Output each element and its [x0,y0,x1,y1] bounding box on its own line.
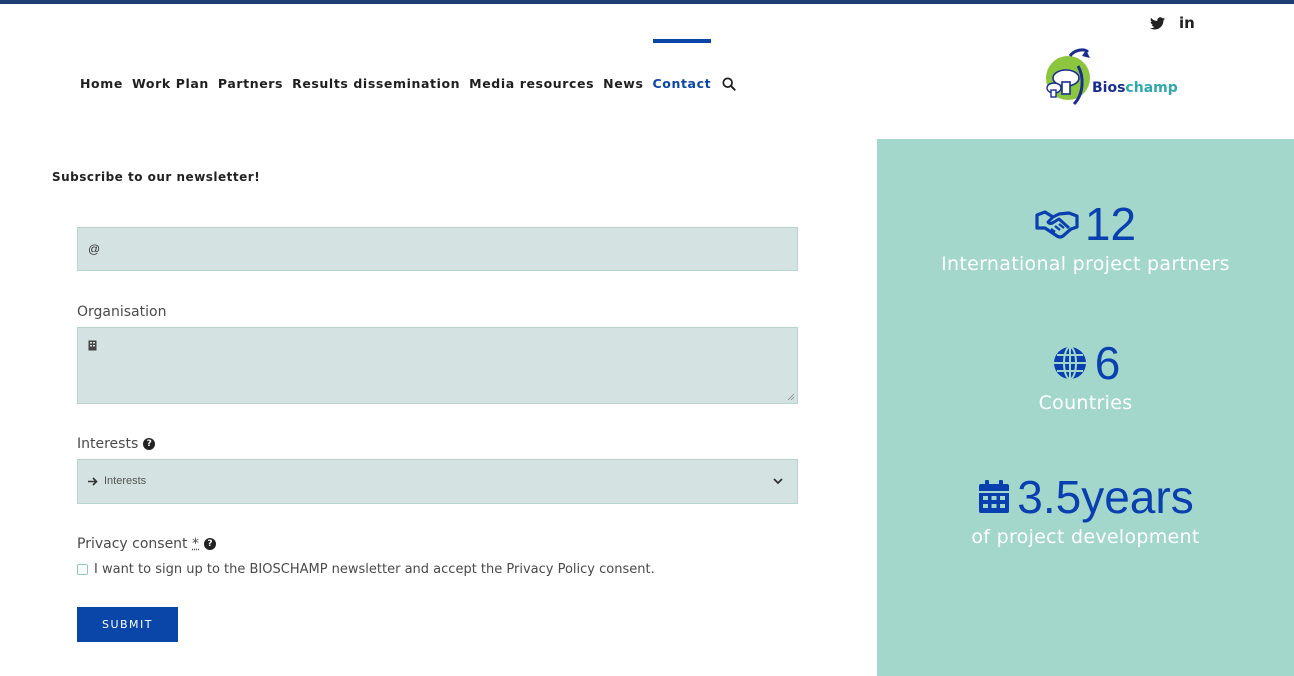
logo-wordmark: Bioschamp [1092,80,1178,96]
email-field[interactable]: @ [77,227,798,271]
nav-work-plan[interactable]: Work Plan [132,76,209,91]
stat-label: of project development [971,526,1200,548]
calendar-icon [979,480,1010,513]
submit-button[interactable]: SUBMIT [77,607,178,642]
nav-contact[interactable]: Contact [652,39,712,91]
resize-handle-icon[interactable] [787,393,795,401]
main-nav: Home Work Plan Partners Results dissemin… [80,39,736,91]
stat-value: 6 [1094,337,1121,389]
social-links: in [1150,14,1195,32]
organisation-textarea[interactable] [77,327,798,404]
consent-checkbox[interactable] [77,564,88,575]
organisation-label: Organisation [77,304,167,320]
nav-media-resources[interactable]: Media resources [469,76,594,91]
stats-sidebar: 12 International project partners 6 Coun… [877,139,1294,676]
nav-news[interactable]: News [603,76,643,91]
top-strip [0,0,1294,4]
required-marker: * [192,536,199,552]
interests-selected-value: Interests [104,475,147,487]
consent-row: I want to sign up to the BIOSCHAMP newsl… [77,562,655,577]
at-icon: @ [88,242,101,256]
stat-value: 3.5years [1017,471,1194,523]
nav-partners[interactable]: Partners [218,76,283,91]
search-icon[interactable] [722,76,736,91]
twitter-icon[interactable] [1150,16,1165,30]
chevron-down-icon [773,478,783,485]
linkedin-icon[interactable]: in [1179,14,1195,32]
globe-icon [1053,346,1086,380]
handshake-icon [1035,210,1079,239]
nav-results-dissemination[interactable]: Results dissemination [292,76,460,91]
privacy-consent-label: Privacy consent * ? [77,536,216,552]
stat-value: 12 [1084,198,1137,250]
building-icon [88,340,97,351]
stat-countries: 6 Countries [877,340,1294,414]
interests-select[interactable]: Interests [77,459,798,504]
newsletter-title: Subscribe to our newsletter! [52,170,261,184]
nav-home[interactable]: Home [80,76,123,91]
interests-label: Interests ? [77,436,156,452]
stat-label: Countries [1038,392,1133,414]
question-icon[interactable]: ? [143,438,156,450]
consent-text: I want to sign up to the BIOSCHAMP newsl… [94,562,655,577]
stat-label: International project partners [941,253,1230,275]
stat-duration: 3.5years of project development [877,474,1294,548]
mushroom-logo-icon [1046,48,1090,106]
arrow-right-icon [88,476,98,486]
bioschamp-logo[interactable]: Bioschamp [1040,46,1190,110]
stat-partners: 12 International project partners [877,201,1294,275]
question-icon[interactable]: ? [204,538,216,550]
